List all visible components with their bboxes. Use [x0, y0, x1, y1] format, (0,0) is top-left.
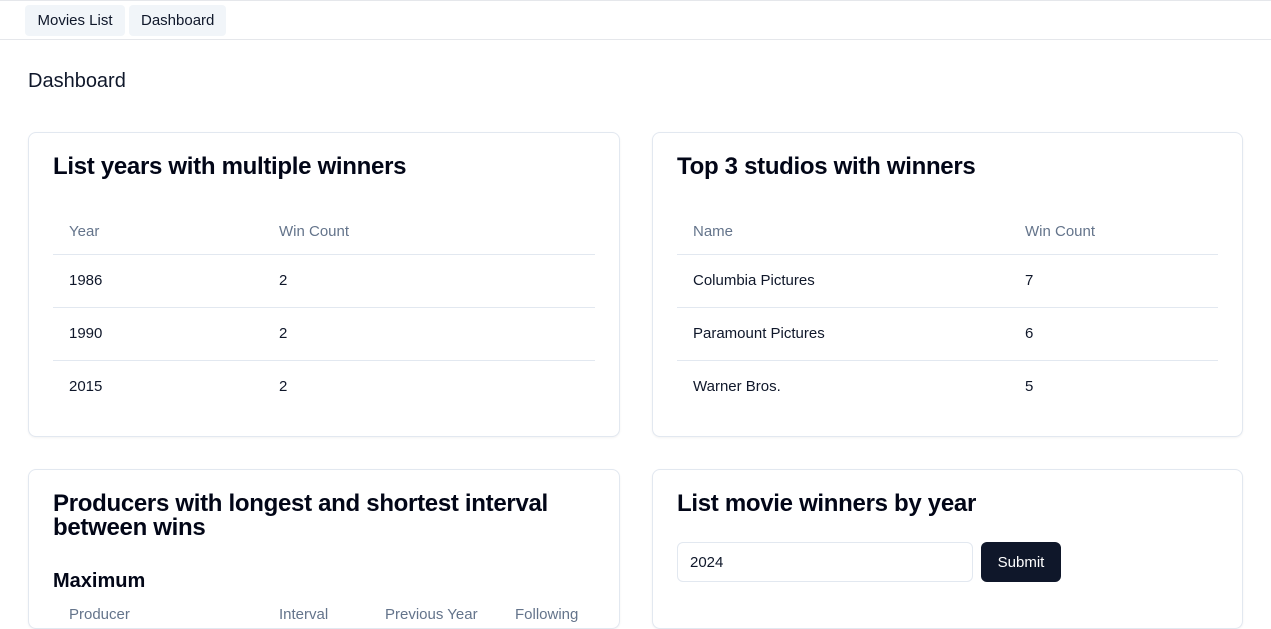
column-header-following: Following: [515, 606, 579, 623]
page-title: Dashboard: [28, 70, 126, 92]
win-count-cell: 5: [1025, 378, 1034, 396]
win-count-cell: 2: [263, 254, 595, 308]
table-row: Warner Bros. 5: [677, 360, 1218, 413]
year-cell: 1990: [53, 307, 263, 361]
nav-movies-list-button[interactable]: Movies List: [25, 5, 125, 36]
studio-name-cell: Paramount Pictures: [677, 307, 1009, 361]
submit-button[interactable]: Submit: [981, 542, 1061, 582]
table-header-row: Name Win Count: [677, 209, 1218, 255]
producers-interval-card: Producers with longest and shortest inte…: [28, 469, 620, 629]
table-row: Paramount Pictures 6: [677, 307, 1218, 361]
table-row: 2015 2: [53, 360, 595, 413]
win-count-cell: 6: [1009, 307, 1218, 361]
column-header-win-count: Win Count: [263, 209, 595, 255]
table-row: 1986 2: [53, 254, 595, 308]
top-navigation-bar: Movies List Dashboard: [0, 0, 1271, 40]
table-row: 1990 2: [53, 307, 595, 361]
movie-winners-by-year-card: List movie winners by year Submit: [652, 469, 1243, 629]
column-header-producer: Producer: [69, 606, 130, 623]
studios-table: Name Win Count Columbia Pictures 7 Param…: [677, 209, 1218, 413]
win-count-cell: 7: [1009, 254, 1218, 308]
studios-card-title: Top 3 studios with winners: [677, 153, 976, 180]
years-multiple-winners-card: List years with multiple winners Year Wi…: [28, 132, 620, 437]
producers-card-title: Producers with longest and shortest inte…: [53, 490, 548, 541]
table-header-row: Year Win Count: [53, 209, 595, 255]
column-header-year: Year: [53, 209, 263, 255]
year-input[interactable]: [677, 542, 973, 582]
year-cell: 2015: [69, 378, 103, 396]
nav-dashboard-button[interactable]: Dashboard: [129, 5, 226, 36]
win-count-cell: 2: [263, 307, 595, 361]
column-header-interval: Interval: [279, 606, 329, 623]
years-table: Year Win Count 1986 2 1990 2 2015 2: [53, 209, 595, 413]
years-card-title: List years with multiple winners: [53, 153, 407, 180]
column-header-win-count: Win Count: [1009, 209, 1218, 255]
year-cell: 1986: [53, 254, 263, 308]
win-count-cell: 2: [279, 378, 288, 396]
winners-card-title: List movie winners by year: [677, 490, 976, 517]
studio-name-cell: Warner Bros.: [693, 378, 781, 396]
top-studios-card: Top 3 studios with winners Name Win Coun…: [652, 132, 1243, 437]
maximum-subtitle: Maximum: [53, 570, 146, 592]
studio-name-cell: Columbia Pictures: [677, 254, 1009, 308]
maximum-table-header: Producer Interval Previous Year Following: [69, 606, 578, 623]
table-row: Columbia Pictures 7: [677, 254, 1218, 308]
column-header-previous-year: Previous Year: [385, 606, 478, 623]
column-header-name: Name: [677, 209, 1009, 255]
